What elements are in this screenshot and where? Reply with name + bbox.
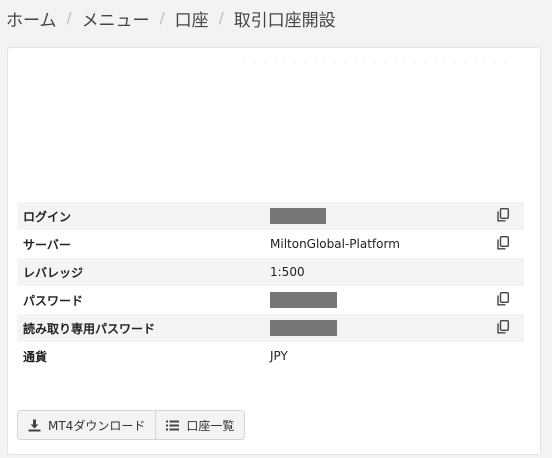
account-list-button[interactable]: 口座一覧 bbox=[156, 410, 246, 440]
copy-icon[interactable] bbox=[495, 291, 511, 307]
table-row-leverage: レバレッジ 1:500 bbox=[17, 258, 524, 286]
button-label: MT4ダウンロード bbox=[48, 418, 146, 433]
account-info-table: ログイン サーバー MiltonGlobal-Platform レバレッジ 1:… bbox=[17, 202, 524, 370]
row-label: サーバー bbox=[23, 237, 71, 252]
masked-value bbox=[270, 292, 337, 308]
table-row-readonly-password: 読み取り専用パスワード bbox=[17, 314, 524, 342]
copy-icon[interactable] bbox=[495, 319, 511, 335]
button-label: 口座一覧 bbox=[186, 418, 235, 433]
mt4-download-button[interactable]: MT4ダウンロード bbox=[17, 410, 157, 440]
password-value bbox=[264, 286, 482, 314]
breadcrumb-home[interactable]: ホーム bbox=[6, 6, 57, 31]
table-row-login: ログイン bbox=[17, 202, 524, 230]
breadcrumb-account[interactable]: 口座 bbox=[175, 6, 209, 31]
leverage-value: 1:500 bbox=[270, 265, 305, 279]
breadcrumb-separator: / bbox=[66, 9, 72, 27]
table-row-server: サーバー MiltonGlobal-Platform bbox=[17, 230, 524, 258]
download-icon bbox=[28, 419, 41, 432]
breadcrumb-current: 取引口座開設 bbox=[233, 10, 336, 31]
row-label: 読み取り専用パスワード bbox=[23, 321, 156, 336]
account-panel: ログイン サーバー MiltonGlobal-Platform レバレッジ 1:… bbox=[7, 47, 541, 455]
breadcrumb: ホーム / メニュー / 口座 / 取引口座開設 bbox=[6, 5, 336, 31]
row-label: 通貨 bbox=[23, 349, 48, 364]
table-row-password: パスワード bbox=[17, 286, 524, 314]
server-value: MiltonGlobal-Platform bbox=[270, 237, 400, 251]
copy-icon[interactable] bbox=[495, 235, 511, 251]
row-label: パスワード bbox=[23, 293, 84, 308]
table-row-currency: 通貨 JPY bbox=[17, 342, 524, 370]
login-value bbox=[264, 202, 482, 230]
decorative-dots bbox=[240, 59, 510, 65]
breadcrumb-menu[interactable]: メニュー bbox=[82, 6, 150, 31]
masked-value bbox=[270, 320, 337, 336]
row-label: レバレッジ bbox=[23, 265, 84, 280]
list-icon bbox=[166, 420, 180, 431]
masked-value bbox=[270, 208, 326, 224]
currency-value: JPY bbox=[270, 349, 288, 363]
copy-icon[interactable] bbox=[495, 207, 511, 223]
row-label: ログイン bbox=[23, 209, 72, 224]
breadcrumb-separator: / bbox=[159, 9, 165, 27]
action-button-group: MT4ダウンロード 口座一覧 bbox=[17, 410, 246, 440]
breadcrumb-separator: / bbox=[218, 9, 224, 27]
readonly-password-value bbox=[264, 314, 482, 342]
